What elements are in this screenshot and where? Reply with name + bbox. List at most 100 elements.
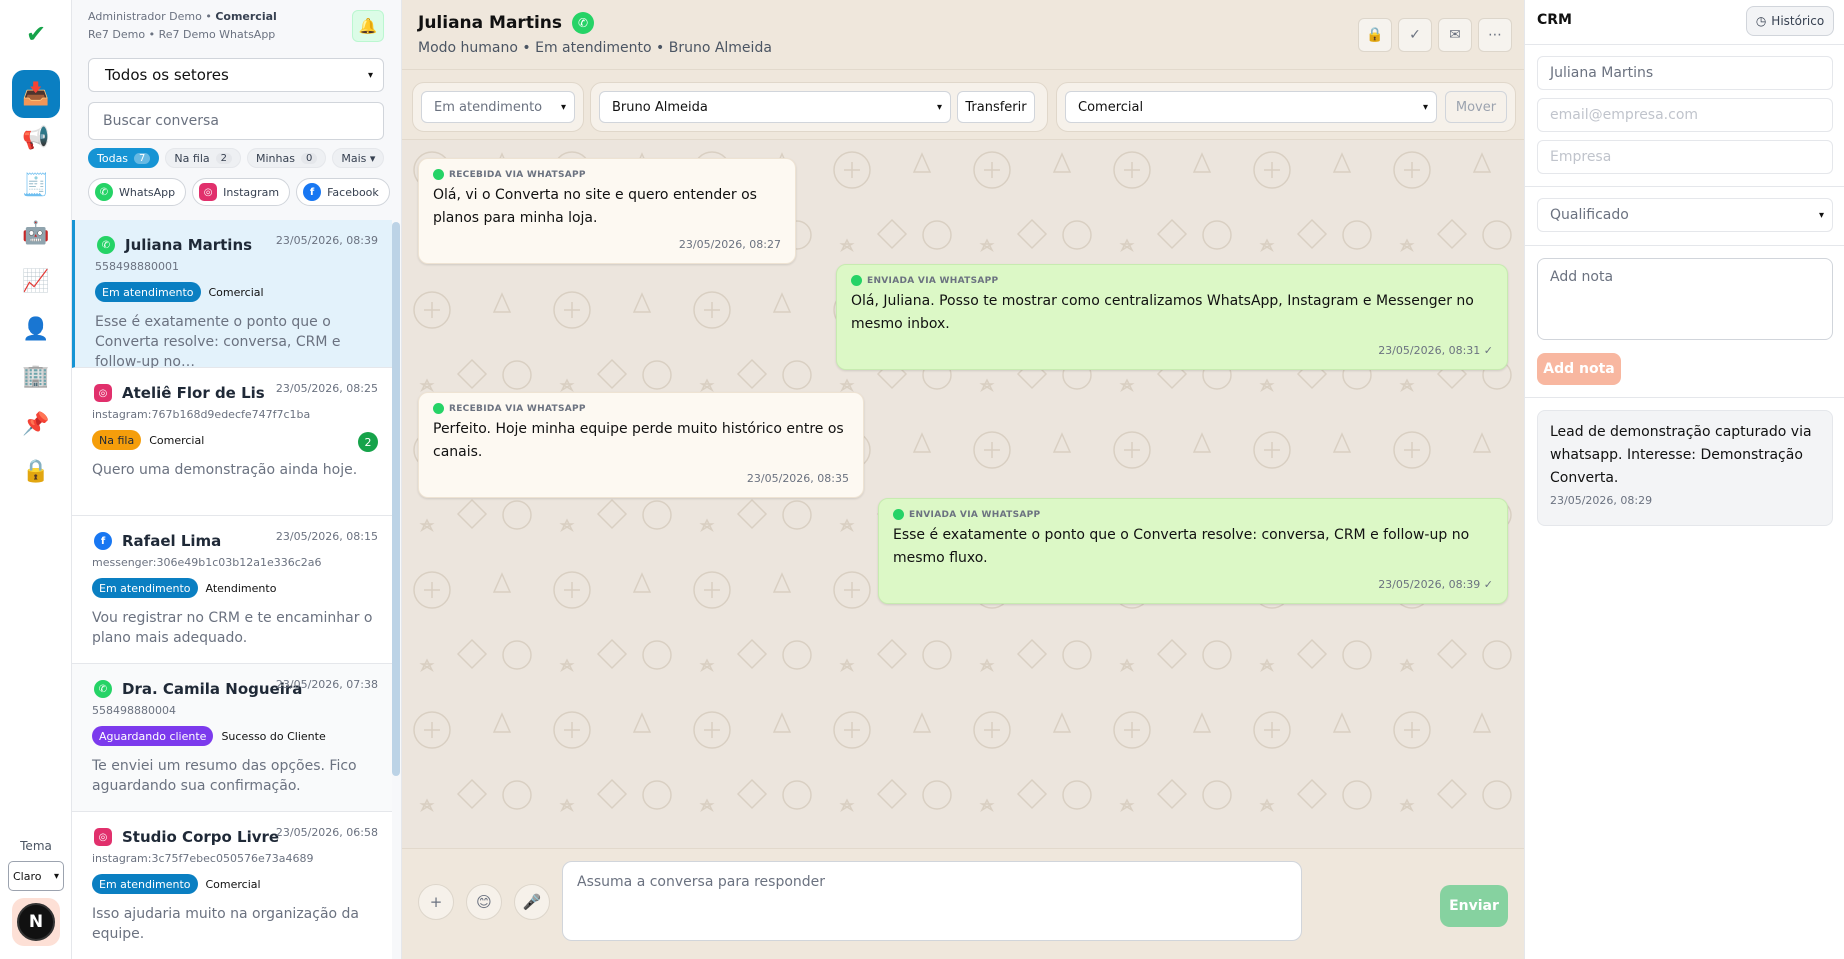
conversation-time: 23/05/2026, 07:38: [275, 678, 378, 691]
account-sector: Comercial: [215, 10, 277, 23]
theme-label: Tema: [20, 839, 52, 853]
message-bubble: Recebida via WhatsApp Perfeito. Hoje min…: [418, 392, 864, 498]
chart-icon[interactable]: 📈: [12, 257, 60, 305]
channel-label: Instagram: [223, 185, 280, 199]
inbox-icon[interactable]: 📥: [12, 70, 60, 118]
building-icon[interactable]: 🏢: [12, 352, 60, 400]
whatsapp-icon: [851, 275, 862, 286]
filter-more-label: Mais ▾: [341, 151, 376, 165]
filter-todas[interactable]: Todas 7: [88, 148, 160, 168]
message-channel-label: Enviada via WhatsApp: [867, 275, 999, 286]
conversation-name: Studio Corpo Livre: [122, 828, 280, 846]
status-select-value: Em atendimento: [434, 99, 543, 115]
email-field[interactable]: email@empresa.com: [1537, 98, 1833, 132]
channel-filter-facebook[interactable]: f Facebook: [296, 178, 390, 206]
theme-select[interactable]: Claro ▾: [8, 861, 64, 891]
conversation-item[interactable]: ✆ Dra. Camila Nogueira 23/05/2026, 07:38…: [72, 664, 392, 812]
check-icon[interactable]: ✓: [1398, 18, 1432, 52]
conversation-preview: Esse é exatamente o ponto que o Converta…: [95, 314, 341, 370]
mail-icon[interactable]: ✉: [1438, 18, 1472, 52]
conversation-contact-id: 558498880004: [92, 704, 176, 717]
status-box: Em atendimento ▾: [412, 82, 584, 132]
company-field[interactable]: Empresa: [1537, 140, 1833, 174]
avatar[interactable]: N: [12, 898, 60, 946]
move-button[interactable]: Mover: [1445, 91, 1507, 123]
stage-select[interactable]: Qualificado ▾: [1537, 198, 1833, 232]
lock-icon[interactable]: 🔒: [12, 447, 60, 495]
conversation-item[interactable]: ◎ Studio Corpo Livre 23/05/2026, 06:58 i…: [72, 812, 392, 959]
message-input-placeholder: Assuma a conversa para responder: [577, 874, 826, 890]
crm-panel: CRM ◷ Histórico Juliana Martins email@em…: [1524, 0, 1844, 959]
history-button[interactable]: ◷ Histórico: [1746, 6, 1834, 36]
add-note-button[interactable]: Add nota: [1537, 353, 1621, 385]
agent-select[interactable]: Bruno Almeida ▾: [599, 91, 951, 123]
conversation-item[interactable]: ✆ Juliana Martins 23/05/2026, 08:39 5584…: [72, 220, 392, 370]
conversation-preview: Vou registrar no CRM e te encaminhar o p…: [92, 610, 373, 646]
status-badge: Em atendimento: [92, 578, 198, 598]
search-input[interactable]: Buscar conversa: [88, 102, 384, 140]
conversation-item[interactable]: f Rafael Lima 23/05/2026, 08:15 messenge…: [72, 516, 392, 664]
conversation-list-scrollbar[interactable]: [392, 222, 400, 776]
status-badge: Em atendimento: [95, 282, 201, 302]
facebook-icon: f: [303, 183, 322, 201]
composer: + 😊 🎤 Assuma a conversa para responder E…: [402, 848, 1524, 959]
message-channel-label: Recebida via WhatsApp: [449, 169, 586, 180]
search-placeholder: Buscar conversa: [103, 113, 219, 129]
receipt-icon[interactable]: 🧾: [12, 161, 60, 209]
conversation-item[interactable]: ◎ Ateliê Flor de Lis 23/05/2026, 08:25 i…: [72, 368, 392, 516]
status-select[interactable]: Em atendimento ▾: [421, 91, 575, 123]
emoji-icon[interactable]: 😊: [466, 884, 502, 920]
message-bubble: Enviada via WhatsApp Esse é exatamente o…: [878, 498, 1508, 604]
message-time: 23/05/2026, 08:39 ✓: [1378, 578, 1493, 591]
plus-icon[interactable]: +: [418, 884, 454, 920]
transfer-button[interactable]: Transferir: [957, 91, 1035, 123]
lock-icon[interactable]: 🔒: [1358, 18, 1392, 52]
sector-filter-value: Todos os setores: [105, 66, 229, 84]
conversation-contact-id: instagram:767b168d9edecfe747f7c1ba: [92, 408, 311, 421]
conversation-contact-id: instagram:3c75f7ebec050576e73a4689: [92, 852, 314, 865]
conversation-preview: Te enviei um resumo das opções. Fico agu…: [92, 758, 357, 794]
name-field[interactable]: Juliana Martins: [1537, 56, 1833, 90]
whatsapp-icon: [893, 509, 904, 520]
chevron-down-icon: ▾: [936, 101, 942, 113]
filter-more-button[interactable]: Mais ▾: [332, 148, 385, 168]
filter-count: 0: [300, 152, 318, 164]
instagram-icon: ◎: [94, 828, 112, 846]
chat-header: Juliana Martins ✆ Modo humano • Em atend…: [402, 0, 1524, 70]
filter-na-fila[interactable]: Na fila 2: [165, 148, 241, 168]
message-channel-label: Recebida via WhatsApp: [449, 403, 586, 414]
note-textarea[interactable]: Add nota: [1537, 258, 1833, 340]
sector-filter-select[interactable]: Todos os setores ▾: [88, 58, 384, 92]
chevron-down-icon: ▾: [1818, 209, 1824, 221]
conversation-name: Ateliê Flor de Lis: [122, 384, 265, 402]
whatsapp-icon: ✆: [94, 680, 112, 698]
sector-box: Comercial ▾ Mover: [1056, 82, 1516, 132]
conversation-time: 23/05/2026, 06:58: [275, 826, 378, 839]
note-card: Lead de demonstração capturado via whats…: [1537, 410, 1833, 526]
message-list: Recebida via WhatsApp Olá, vi o Converta…: [402, 140, 1524, 848]
send-button[interactable]: Enviar: [1440, 885, 1508, 927]
message-text: Esse é exatamente o ponto que o Converta…: [893, 527, 1470, 566]
note-time: 23/05/2026, 08:29: [1550, 494, 1653, 507]
whatsapp-icon: ✆: [95, 183, 113, 201]
conversation-time: 23/05/2026, 08:15: [275, 530, 378, 543]
filter-minhas[interactable]: Minhas 0: [247, 148, 327, 168]
channel-filter-instagram[interactable]: ◎ Instagram: [192, 178, 291, 206]
microphone-icon[interactable]: 🎤: [514, 884, 550, 920]
message-input[interactable]: Assuma a conversa para responder: [562, 861, 1302, 941]
check-icon[interactable]: ✔: [12, 10, 60, 58]
robot-icon[interactable]: 🤖: [12, 209, 60, 257]
sector-select-value: Comercial: [1078, 99, 1144, 115]
pin-icon[interactable]: 📌: [12, 400, 60, 448]
sector-label: Atendimento: [205, 581, 277, 595]
user-icon[interactable]: 👤: [12, 305, 60, 353]
chevron-down-icon: ▾: [53, 870, 59, 882]
megaphone-icon[interactable]: 📢: [12, 114, 60, 162]
channel-filter-whatsapp[interactable]: ✆ WhatsApp: [88, 178, 187, 206]
conversation-panel: Administrador Demo • Comercial Re7 Demo …: [72, 0, 402, 959]
message-bubble: Recebida via WhatsApp Olá, vi o Converta…: [418, 158, 796, 264]
status-filters: Todas 7 Na fila 2 Minhas 0 Mais ▾: [88, 148, 385, 168]
more-options-icon[interactable]: ⋯: [1478, 18, 1512, 52]
sector-select[interactable]: Comercial ▾: [1065, 91, 1437, 123]
bell-icon[interactable]: 🔔: [352, 10, 384, 42]
